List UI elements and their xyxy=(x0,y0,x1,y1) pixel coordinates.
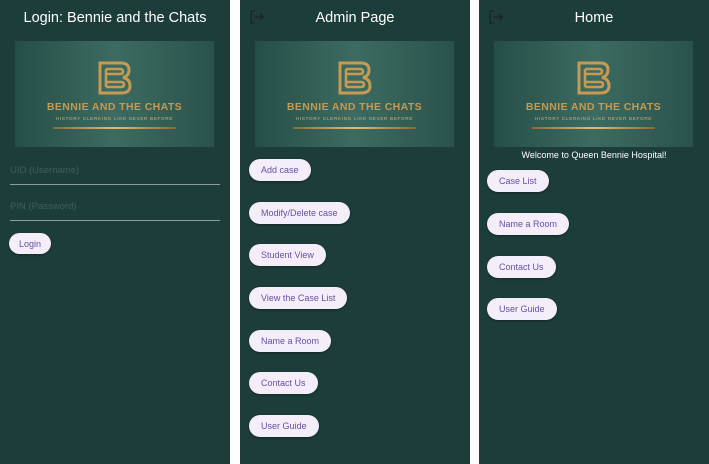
logo-banner: BENNIE AND THE CHATS HISTORY CLERKING LI… xyxy=(494,41,693,147)
logo-b-mark xyxy=(338,61,372,95)
logo-underline xyxy=(293,127,416,129)
logo-underline xyxy=(53,127,176,129)
logo-banner: BENNIE AND THE CHATS HISTORY CLERKING LI… xyxy=(15,41,214,147)
welcome-message: Welcome to Queen Bennie Hospital! xyxy=(521,150,667,160)
logo-b-mark xyxy=(577,61,611,95)
login-button[interactable]: Login xyxy=(9,233,52,254)
user-guide-button[interactable]: User Guide xyxy=(487,298,557,320)
page-title: Admin Page xyxy=(315,10,395,26)
admin-screen: Admin Page BENNIE AND THE CHATS HISTORY … xyxy=(240,0,470,464)
page-title: Home xyxy=(574,10,614,26)
logo-underline xyxy=(532,127,655,129)
contact-us-button[interactable]: Contact Us xyxy=(249,372,318,394)
logo-tagline: HISTORY CLERKING LIKE NEVER BEFORE xyxy=(55,116,174,121)
app-bar: Home xyxy=(479,0,709,36)
add-case-button[interactable]: Add case xyxy=(249,159,311,181)
contact-us-button[interactable]: Contact Us xyxy=(487,256,556,278)
logo-name: BENNIE AND THE CHATS xyxy=(286,101,423,113)
pin-input[interactable] xyxy=(10,195,220,217)
modify-delete-case-button[interactable]: Modify/Delete case xyxy=(249,202,350,224)
pin-field xyxy=(10,191,220,221)
logo-name: BENNIE AND THE CHATS xyxy=(46,101,183,113)
user-guide-button[interactable]: User Guide xyxy=(249,415,319,437)
home-screen: Home BENNIE AND THE CHATS HISTORY CLERKI… xyxy=(479,0,709,464)
app-bar: Login: Bennie and the Chats xyxy=(0,0,230,36)
name-a-room-button[interactable]: Name a Room xyxy=(487,213,570,235)
case-list-button[interactable]: Case List xyxy=(487,170,549,192)
uid-input[interactable] xyxy=(10,159,220,181)
logo-tagline: HISTORY CLERKING LIKE NEVER BEFORE xyxy=(295,116,414,121)
uid-field xyxy=(10,155,220,185)
app-bar: Admin Page xyxy=(240,0,470,36)
student-view-button[interactable]: Student View xyxy=(249,244,326,266)
logo-name: BENNIE AND THE CHATS xyxy=(525,101,662,113)
view-case-list-button[interactable]: View the Case List xyxy=(249,287,348,309)
page-title: Login: Bennie and the Chats xyxy=(23,10,207,26)
logo-b-mark xyxy=(98,61,132,95)
name-a-room-button[interactable]: Name a Room xyxy=(249,330,332,352)
logo-banner: BENNIE AND THE CHATS HISTORY CLERKING LI… xyxy=(255,41,454,147)
login-screen: Login: Bennie and the Chats BENNIE AND T… xyxy=(0,0,230,464)
logo-tagline: HISTORY CLERKING LIKE NEVER BEFORE xyxy=(534,116,653,121)
